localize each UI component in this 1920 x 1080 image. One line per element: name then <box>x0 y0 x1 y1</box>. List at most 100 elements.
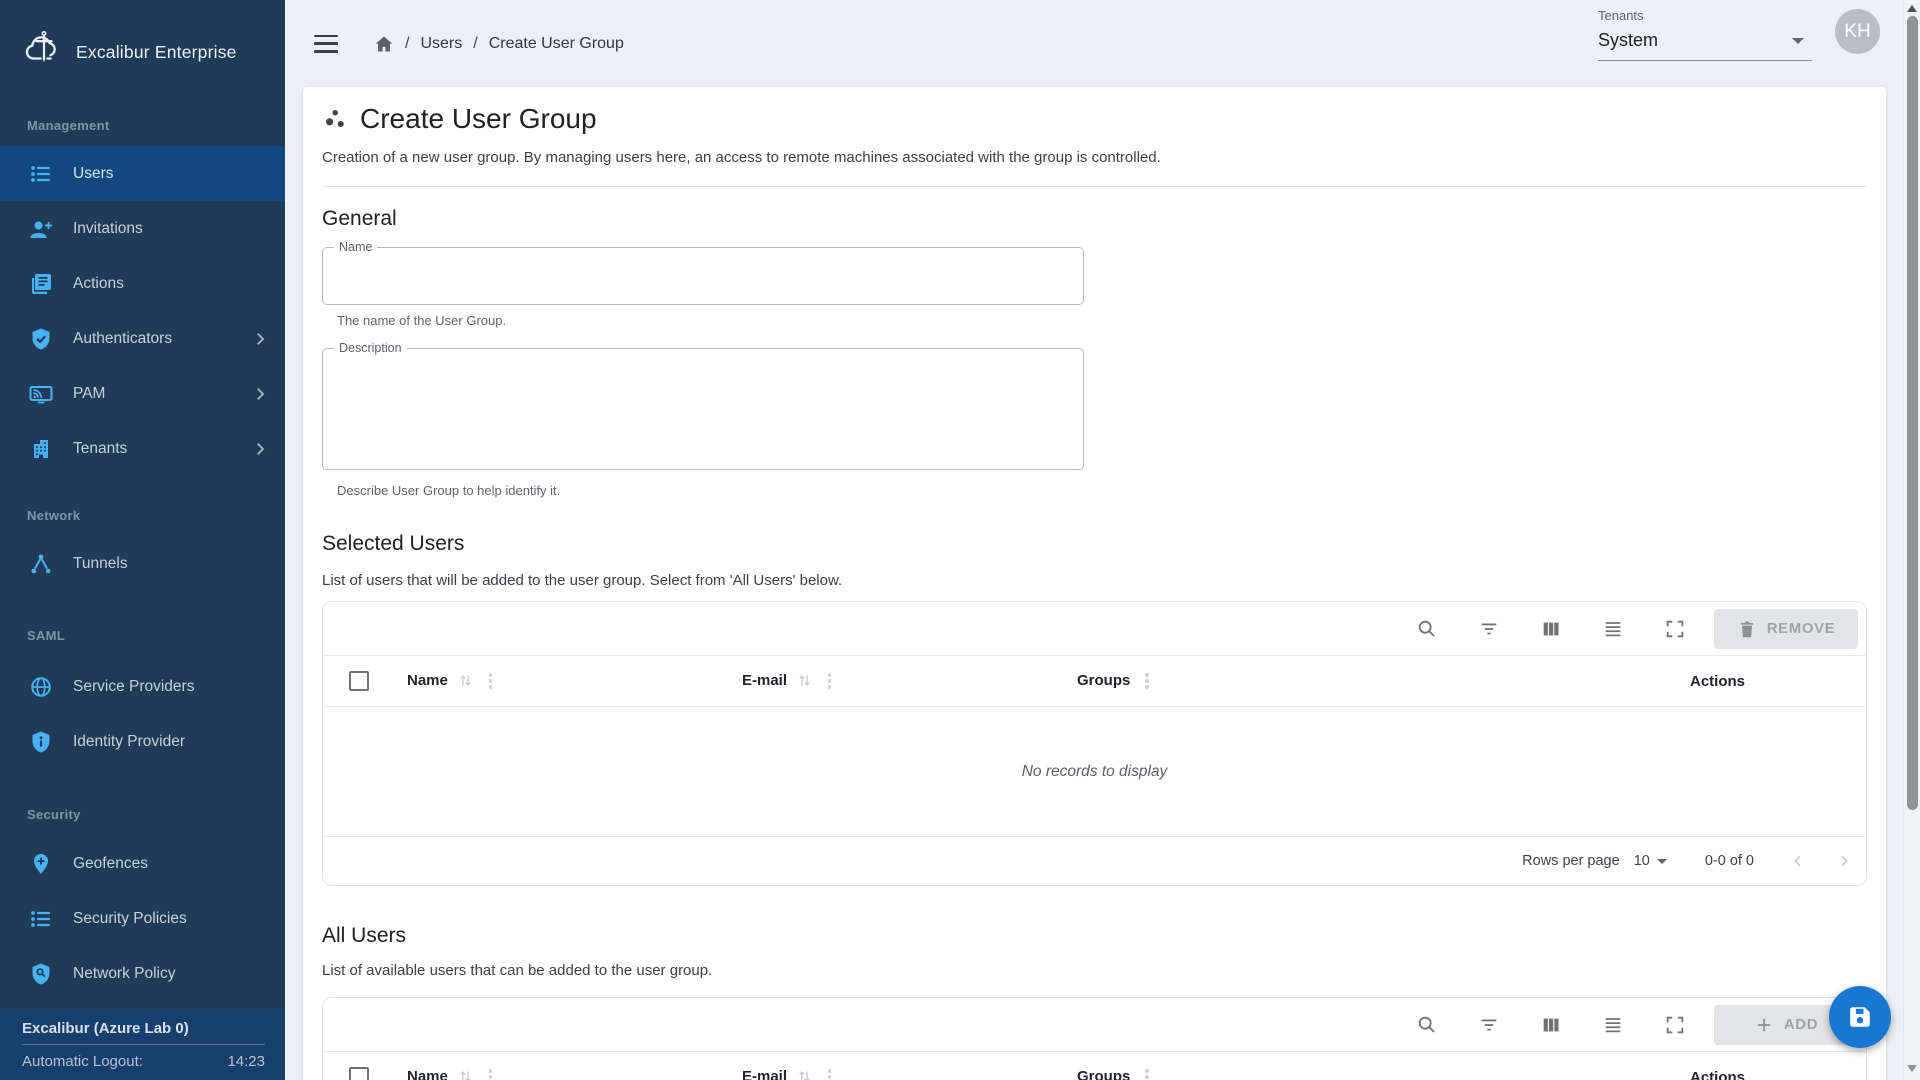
columns-icon[interactable] <box>1520 998 1582 1051</box>
rows-per-page-label: Rows per page <box>1522 853 1620 869</box>
page-scrollbar[interactable] <box>1903 0 1920 1080</box>
chevron-right-icon <box>251 440 269 458</box>
name-input[interactable] <box>322 247 1084 305</box>
library-books-icon <box>29 272 53 296</box>
description-field-group: Description <box>322 348 1084 475</box>
sidebar-item-users[interactable]: Users <box>0 146 285 201</box>
column-header-actions: Actions <box>1412 673 1866 690</box>
shield-check-icon <box>29 327 53 351</box>
scroll-up-arrow-icon[interactable] <box>1907 5 1917 12</box>
section-divider <box>322 186 1867 187</box>
sort-icon[interactable] <box>796 1068 813 1080</box>
sidebar-item-tunnels[interactable]: Tunnels <box>0 536 285 591</box>
search-icon[interactable] <box>1396 998 1458 1051</box>
auto-logout-label: Automatic Logout: <box>22 1053 143 1070</box>
breadcrumb-separator: / <box>405 35 409 53</box>
filter-icon[interactable] <box>1458 998 1520 1051</box>
scroll-down-arrow-icon[interactable] <box>1907 1065 1917 1072</box>
selected-users-pagination: Rows per page 10 0-0 of 0 <box>323 836 1866 885</box>
column-header-groups: Groups <box>1077 670 1412 691</box>
selected-users-toolbar: REMOVE <box>323 602 1866 655</box>
density-icon[interactable] <box>1582 998 1644 1051</box>
topbar: / Users / Create User Group Tenants Syst… <box>285 0 1920 87</box>
sidebar-item-pam[interactable]: PAM <box>0 366 285 421</box>
remove-button[interactable]: REMOVE <box>1714 609 1858 649</box>
sidebar-item-service-providers[interactable]: Service Providers <box>0 659 285 714</box>
create-user-group-card: Create User Group Creation of a new user… <box>303 87 1886 1080</box>
shield-search-icon <box>29 962 53 986</box>
column-header-name: Name <box>407 670 742 691</box>
general-heading: General <box>322 207 1867 231</box>
list-icon <box>29 162 53 186</box>
selected-users-table: REMOVE Name E-mail <box>322 601 1867 886</box>
screen-cast-icon <box>29 382 53 406</box>
sidebar-item-geofences[interactable]: Geofences <box>0 836 285 891</box>
pagination-range: 0-0 of 0 <box>1705 853 1754 869</box>
sidebar-item-security-policies[interactable]: Security Policies <box>0 891 285 946</box>
sidebar-item-identity-provider[interactable]: Identity Provider <box>0 714 285 769</box>
column-header-email: E-mail <box>742 1066 1077 1080</box>
current-tenant-label: Excalibur (Azure Lab 0) <box>22 1020 265 1037</box>
sidebar-item-label: Service Providers <box>73 678 194 696</box>
filter-icon[interactable] <box>1458 602 1520 655</box>
caret-down-icon <box>1657 859 1667 864</box>
home-icon[interactable] <box>374 34 394 54</box>
description-field-label: Description <box>334 341 407 355</box>
column-menu-icon[interactable] <box>486 670 495 691</box>
main-area: / Users / Create User Group Tenants Syst… <box>285 0 1920 1080</box>
save-fab-button[interactable] <box>1829 986 1891 1048</box>
columns-icon[interactable] <box>1520 602 1582 655</box>
app-logo-row: Excalibur Enterprise <box>20 28 285 76</box>
excalibur-logo-icon <box>20 28 68 76</box>
sidebar-item-invitations[interactable]: Invitations <box>0 201 285 256</box>
select-all-checkbox[interactable] <box>349 671 369 691</box>
caret-down-icon <box>1792 38 1804 44</box>
tenants-select[interactable]: Tenants System <box>1598 8 1812 61</box>
sidebar-item-actions[interactable]: Actions <box>0 256 285 311</box>
user-avatar[interactable]: KH <box>1835 9 1880 54</box>
selected-users-header-row: Name E-mail Groups Actions <box>323 655 1866 707</box>
sort-icon[interactable] <box>796 672 813 689</box>
column-menu-icon[interactable] <box>486 1066 495 1080</box>
rows-per-page-select[interactable]: 10 <box>1634 853 1667 869</box>
next-page-icon[interactable] <box>1836 853 1852 869</box>
fullscreen-icon[interactable] <box>1644 602 1706 655</box>
add-button-label: ADD <box>1784 1016 1818 1033</box>
previous-page-icon[interactable] <box>1790 853 1806 869</box>
sidebar-item-network-policy[interactable]: Network Policy <box>0 946 285 1001</box>
building-icon <box>29 437 53 461</box>
sidebar-footer: Excalibur (Azure Lab 0) Automatic Logout… <box>0 1009 285 1080</box>
sidebar-item-label: Geofences <box>73 855 148 873</box>
sidebar-item-label: Actions <box>73 275 124 293</box>
app-root: Excalibur Enterprise Management Users In… <box>0 0 1920 1080</box>
name-field-helper: The name of the User Group. <box>337 313 1867 328</box>
column-menu-icon[interactable] <box>1142 670 1151 691</box>
sidebar-item-label: Authenticators <box>73 330 172 348</box>
sidebar-section-security: Security <box>27 807 285 822</box>
sidebar-item-label: Tunnels <box>73 555 128 573</box>
fullscreen-icon[interactable] <box>1644 998 1706 1051</box>
description-input[interactable] <box>322 348 1084 470</box>
column-menu-icon[interactable] <box>825 670 834 691</box>
empty-table-message: No records to display <box>323 707 1866 836</box>
density-icon[interactable] <box>1582 602 1644 655</box>
description-field-helper: Describe User Group to help identify it. <box>337 483 1867 498</box>
sidebar-section-management: Management <box>27 118 285 133</box>
selected-users-subtitle: List of users that will be added to the … <box>322 572 1867 589</box>
sort-icon[interactable] <box>457 672 474 689</box>
menu-toggle-button[interactable] <box>314 35 338 53</box>
sidebar: Excalibur Enterprise Management Users In… <box>0 0 285 1080</box>
column-menu-icon[interactable] <box>1142 1066 1151 1080</box>
column-menu-icon[interactable] <box>825 1066 834 1080</box>
search-icon[interactable] <box>1396 602 1458 655</box>
save-icon <box>1847 1004 1873 1030</box>
all-users-heading: All Users <box>322 924 1867 948</box>
scrollbar-thumb[interactable] <box>1907 16 1918 810</box>
name-field-group: Name <box>322 247 1084 305</box>
sidebar-item-authenticators[interactable]: Authenticators <box>0 311 285 366</box>
sort-icon[interactable] <box>457 1068 474 1080</box>
sidebar-item-tenants[interactable]: Tenants <box>0 421 285 476</box>
breadcrumb-users[interactable]: Users <box>420 35 462 53</box>
select-all-checkbox[interactable] <box>349 1067 369 1080</box>
plus-icon <box>1754 1015 1774 1035</box>
